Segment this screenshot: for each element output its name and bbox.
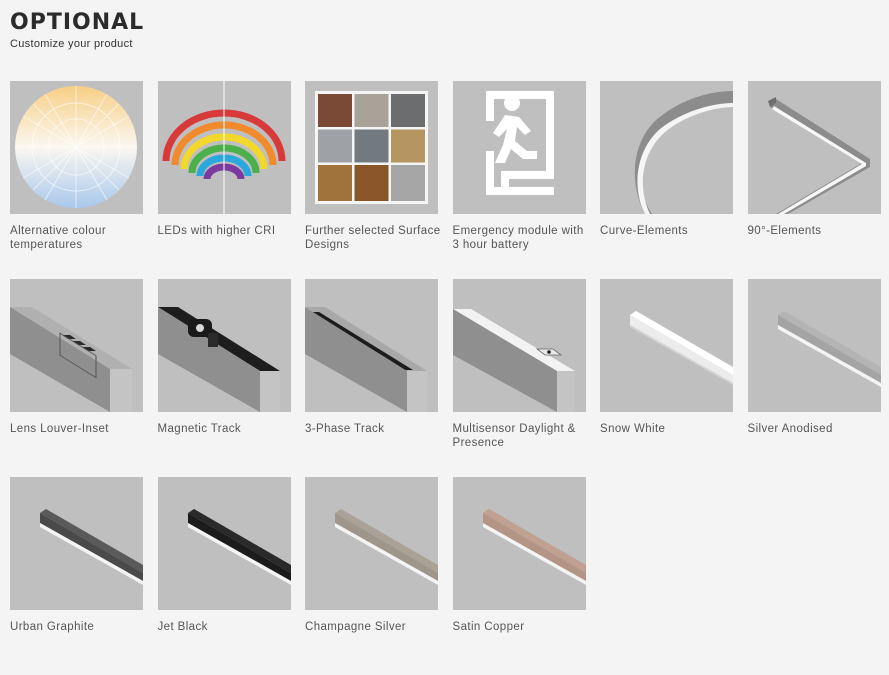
option-card-satin-copper[interactable]: Satin Copper: [452, 477, 586, 675]
option-card-higher-cri[interactable]: LEDs with higher CRI: [157, 81, 291, 279]
option-label: Jet Black: [157, 621, 208, 633]
multisensor-profile-icon: [452, 279, 586, 412]
option-label: Lens Louver-Inset: [10, 423, 109, 435]
champagne-silver-luminaire-icon: [305, 477, 438, 610]
page-subtitle: Customize your product: [10, 38, 133, 50]
option-label: Emergency module with 3 hour battery: [452, 225, 584, 251]
magnetic-track-profile-icon: [157, 279, 291, 412]
option-card-jet-black[interactable]: Jet Black: [157, 477, 291, 675]
option-card-curve-elements[interactable]: Curve-Elements: [600, 81, 733, 279]
option-label: LEDs with higher CRI: [157, 225, 276, 237]
colour-temperature-wheel-icon: [10, 81, 143, 214]
option-card-magnetic-track[interactable]: Magnetic Track: [157, 279, 291, 477]
jet-black-luminaire-icon: [157, 477, 291, 610]
option-card-silver-anodised[interactable]: Silver Anodised: [747, 279, 881, 477]
page-title: OPTIONAL: [10, 10, 145, 35]
urban-graphite-luminaire-icon: [10, 477, 143, 610]
option-card-lens-louver[interactable]: Lens Louver-Inset: [10, 279, 143, 477]
option-label: Satin Copper: [452, 621, 525, 633]
option-label: Curve-Elements: [600, 225, 689, 237]
option-label: 90°-Elements: [747, 225, 822, 237]
option-card-3-phase-track[interactable]: 3-Phase Track: [305, 279, 438, 477]
option-card-snow-white[interactable]: Snow White: [600, 279, 733, 477]
option-label: Champagne Silver: [305, 621, 407, 633]
emergency-exit-icon: [452, 81, 586, 214]
rainbow-cri-icon: [157, 81, 291, 214]
option-card-emergency-module[interactable]: Emergency module with 3 hour battery: [452, 81, 586, 279]
option-card-colour-temperatures[interactable]: Alternative colour temperatures: [10, 81, 143, 279]
option-card-90-elements[interactable]: 90°-Elements: [747, 81, 881, 279]
silver-anodised-luminaire-icon: [747, 279, 881, 412]
angle-element-icon: [747, 81, 881, 214]
option-label: Alternative colour temperatures: [10, 225, 107, 251]
option-label: Magnetic Track: [157, 423, 242, 435]
option-card-multisensor[interactable]: Multisensor Daylight & Presence: [452, 279, 586, 477]
option-label: Urban Graphite: [10, 621, 95, 633]
option-label: Silver Anodised: [747, 423, 833, 435]
option-label: 3-Phase Track: [305, 423, 385, 435]
surface-swatches-icon: [305, 81, 438, 214]
section-header: OPTIONAL Customize your product: [10, 10, 144, 50]
lens-louver-profile-icon: [10, 279, 143, 412]
option-label: Snow White: [600, 423, 666, 435]
option-card-champagne-silver[interactable]: Champagne Silver: [305, 477, 438, 675]
snow-white-luminaire-icon: [600, 279, 733, 412]
option-label: Multisensor Daylight & Presence: [452, 423, 576, 449]
option-label: Further selected Surface Designs: [305, 225, 441, 251]
option-card-surface-designs[interactable]: Further selected Surface Designs: [305, 81, 440, 279]
three-phase-track-profile-icon: [305, 279, 438, 412]
options-grid: Alternative colour temperatures LEDs wit…: [10, 81, 881, 675]
satin-copper-luminaire-icon: [452, 477, 586, 610]
option-card-urban-graphite[interactable]: Urban Graphite: [10, 477, 143, 675]
curve-element-icon: [600, 81, 733, 214]
